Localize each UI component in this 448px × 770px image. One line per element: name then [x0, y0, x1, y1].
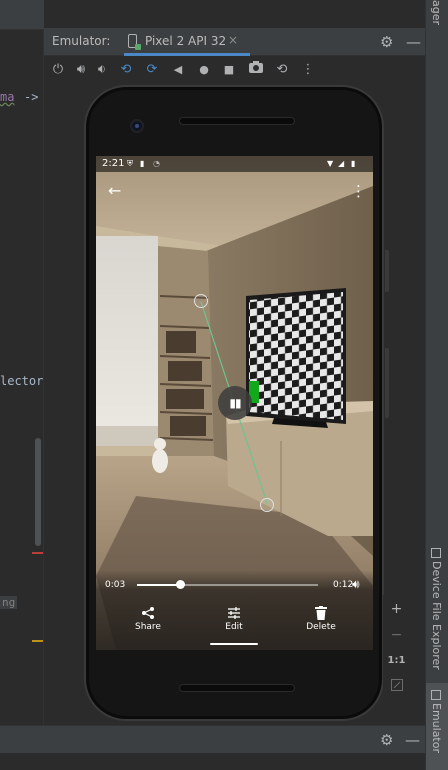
share-icon [118, 606, 178, 621]
device-tab[interactable]: Pixel 2 API 32 × [124, 28, 250, 56]
seek-bar[interactable] [137, 580, 318, 589]
ide-window: ma -> lector ng Emulator: Pixel 2 API 32… [0, 0, 448, 770]
seek-bar-progress [137, 584, 181, 586]
back-icon[interactable]: ◀ [168, 60, 188, 80]
emulator-toolbar: ⏻ 🔊︎ 🔉︎ ⟲ ⟳ ◀ ● ■ ⟲ ⋮ [44, 57, 425, 83]
power-icon[interactable]: ⏻ [48, 60, 68, 80]
rotate-right-icon[interactable]: ⟳ [142, 60, 162, 80]
phone-icon [431, 690, 441, 700]
status-time: 2:21 [102, 158, 125, 169]
emulator-panel-title: Emulator: [52, 34, 111, 48]
overflow-menu-icon[interactable]: ⋮ [351, 182, 366, 200]
volume-rocker[interactable] [385, 348, 389, 418]
gear-icon[interactable]: ⚙ [380, 730, 393, 750]
code-fragment: ng [0, 596, 18, 609]
zoom-out-button[interactable]: − [383, 623, 410, 647]
power-button[interactable] [385, 250, 389, 292]
share-button[interactable]: Share [118, 606, 178, 632]
bottom-tool-bar: ⚙ — [0, 725, 425, 753]
gesture-nav-pill[interactable] [210, 643, 258, 645]
sim-icon: ▮ [140, 159, 145, 168]
seek-bar-thumb[interactable] [176, 580, 186, 589]
current-time: 0:03 [105, 580, 126, 590]
zoom-controls: + − 1:1 [383, 595, 410, 703]
volume-up-icon[interactable]: 🔊︎ [71, 60, 91, 80]
screenshot-icon[interactable] [246, 60, 266, 80]
phone-icon [128, 34, 141, 50]
pause-button[interactable]: ▮▮ [218, 386, 252, 420]
rotate-left-icon[interactable]: ⟲ [116, 60, 136, 80]
emulator-tool-tab[interactable]: Emulator [430, 690, 443, 753]
tool-window-strip: ager Device File Explorer Emulator [425, 0, 448, 770]
minimize-icon[interactable]: — [406, 32, 421, 52]
wifi-off-icon: ◔ [153, 159, 160, 168]
home-icon[interactable]: ● [194, 60, 214, 80]
battery-icon: ▮ [351, 159, 356, 168]
fit-screen-icon[interactable] [383, 675, 410, 699]
editor-scrollbar[interactable] [35, 438, 41, 546]
shield-icon: ⛨ [127, 159, 133, 168]
status-strip [0, 753, 425, 770]
video-controls: 0:03 0:12 🔊︎ Share Edit Delete [96, 570, 373, 650]
overview-icon[interactable]: ■ [219, 60, 239, 80]
close-icon[interactable]: × [228, 33, 238, 47]
top-speaker [179, 117, 295, 125]
duration: 0:12 [333, 580, 354, 590]
device-file-explorer-label: Device File Explorer [430, 561, 443, 670]
edit-sliders-icon [204, 606, 264, 621]
device-screen[interactable]: ▮▮ 2:21 ⛨ ▮ ◔ ▼ ◢ ▮ ← ⋮ 0:03 0:12 🔊︎ Sha… [96, 156, 373, 650]
minimize-icon[interactable]: — [405, 730, 420, 750]
status-bar: 2:21 ⛨ ▮ ◔ ▼ ◢ ▮ [96, 156, 373, 172]
share-label: Share [135, 622, 161, 632]
bottom-speaker [179, 684, 295, 692]
actual-size-button[interactable]: 1:1 [383, 649, 410, 673]
trash-icon [291, 606, 351, 621]
device-file-explorer-tab[interactable]: Device File Explorer [430, 548, 443, 670]
front-camera [130, 119, 144, 133]
delete-label: Delete [306, 622, 336, 632]
gear-icon[interactable]: ⚙ [380, 32, 393, 52]
edit-label: Edit [225, 622, 243, 632]
emulator-header: Emulator: Pixel 2 API 32 × ⚙ — [44, 28, 425, 56]
wifi-icon: ▼ [327, 159, 334, 168]
volume-down-icon[interactable]: 🔉︎ [92, 60, 112, 80]
crop-handle-bottom[interactable] [260, 498, 274, 512]
device-tab-label: Pixel 2 API 32 [145, 34, 227, 48]
delete-button[interactable]: Delete [291, 606, 351, 632]
signal-icon: ◢ [338, 159, 345, 168]
code-fragment: lector [0, 374, 44, 388]
zoom-in-button[interactable]: + [383, 597, 410, 621]
tool-window-label[interactable]: ager [430, 0, 443, 25]
code-editor[interactable]: ma -> lector ng [0, 0, 44, 725]
volume-icon[interactable]: 🔊︎ [352, 577, 360, 592]
emulator-tool-label: Emulator [430, 703, 443, 753]
code-fragment: ma [0, 90, 15, 104]
crop-handle-top[interactable] [194, 294, 208, 308]
code-fragment: -> [24, 90, 39, 104]
folder-icon [431, 548, 441, 558]
editor-tab-bar [0, 0, 44, 30]
back-arrow-icon[interactable]: ← [108, 182, 121, 200]
snapshot-icon[interactable]: ⟲ [272, 60, 292, 80]
edit-button[interactable]: Edit [204, 606, 264, 632]
more-icon[interactable]: ⋮ [298, 60, 318, 80]
